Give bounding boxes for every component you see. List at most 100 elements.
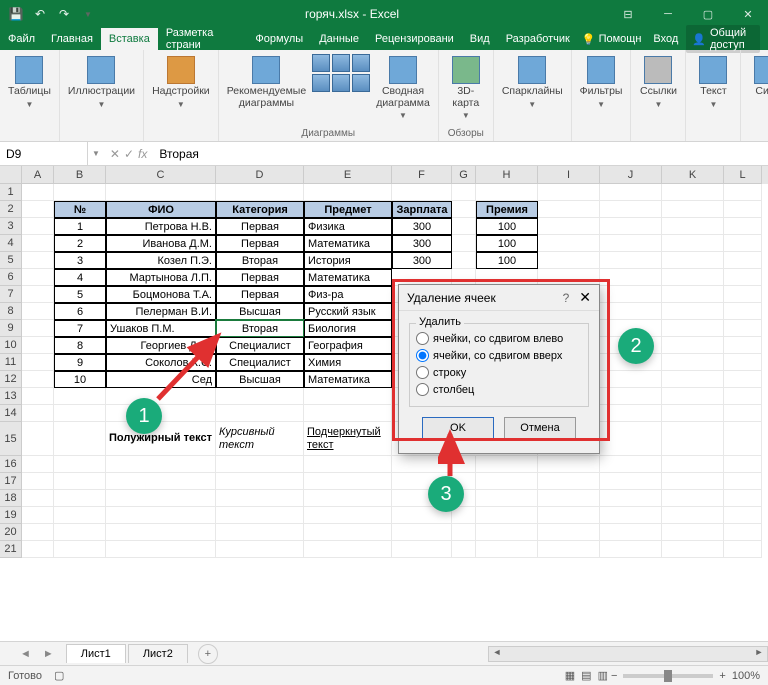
cell[interactable] bbox=[662, 218, 724, 235]
cell[interactable] bbox=[538, 235, 600, 252]
cell[interactable]: Физ-ра bbox=[304, 286, 392, 303]
sign-in[interactable]: Вход bbox=[649, 33, 682, 45]
cell[interactable]: 2 bbox=[54, 235, 106, 252]
cell[interactable] bbox=[106, 473, 216, 490]
cell[interactable] bbox=[22, 252, 54, 269]
cell[interactable] bbox=[662, 541, 724, 558]
cell[interactable] bbox=[106, 456, 216, 473]
cell[interactable] bbox=[216, 541, 304, 558]
cell[interactable] bbox=[54, 490, 106, 507]
cell[interactable] bbox=[724, 184, 762, 201]
cell[interactable]: Петрова Н.В. bbox=[106, 218, 216, 235]
cell[interactable] bbox=[724, 490, 762, 507]
cell[interactable] bbox=[22, 490, 54, 507]
tab-layout[interactable]: Разметка страни bbox=[158, 28, 248, 50]
cell[interactable] bbox=[662, 303, 724, 320]
namebox-dropdown-icon[interactable]: ▼ bbox=[88, 149, 104, 158]
col-header[interactable]: A bbox=[22, 166, 54, 184]
cell[interactable] bbox=[452, 541, 476, 558]
cell[interactable] bbox=[662, 456, 724, 473]
cell[interactable]: Курсивный текст bbox=[216, 422, 304, 456]
cell[interactable] bbox=[304, 524, 392, 541]
add-sheet-button[interactable]: + bbox=[198, 644, 218, 664]
cell[interactable] bbox=[600, 269, 662, 286]
cell[interactable] bbox=[538, 456, 600, 473]
cell[interactable] bbox=[452, 218, 476, 235]
cell[interactable] bbox=[106, 184, 216, 201]
row-header[interactable]: 21 bbox=[0, 541, 22, 558]
filters-button[interactable]: Фильтры▼ bbox=[578, 54, 625, 111]
cell[interactable]: Подчеркнутый текст bbox=[304, 422, 392, 456]
tab-formulas[interactable]: Формулы bbox=[247, 28, 311, 50]
cell[interactable] bbox=[600, 422, 662, 456]
cell[interactable] bbox=[600, 201, 662, 218]
cell[interactable] bbox=[304, 388, 392, 405]
cell[interactable] bbox=[216, 388, 304, 405]
cell[interactable] bbox=[724, 218, 762, 235]
cell[interactable]: 4 bbox=[54, 269, 106, 286]
cell[interactable] bbox=[724, 507, 762, 524]
tell-me[interactable]: 💡Помощн bbox=[578, 33, 646, 46]
dialog-close-icon[interactable]: ✕ bbox=[579, 289, 591, 306]
cell[interactable] bbox=[304, 507, 392, 524]
cell[interactable] bbox=[476, 473, 538, 490]
cell[interactable] bbox=[538, 507, 600, 524]
cell[interactable] bbox=[600, 303, 662, 320]
cell[interactable] bbox=[22, 184, 54, 201]
row-header[interactable]: 5 bbox=[0, 252, 22, 269]
cell[interactable]: Первая bbox=[216, 286, 304, 303]
cell[interactable] bbox=[662, 405, 724, 422]
select-all-corner[interactable] bbox=[0, 166, 22, 184]
illustrations-button[interactable]: Иллюстрации▼ bbox=[66, 54, 137, 111]
cell[interactable]: 1 bbox=[54, 218, 106, 235]
cell[interactable] bbox=[724, 371, 762, 388]
cell[interactable]: 300 bbox=[392, 235, 452, 252]
cell[interactable] bbox=[216, 456, 304, 473]
cell[interactable] bbox=[662, 524, 724, 541]
zoom-slider[interactable] bbox=[623, 674, 713, 678]
cell[interactable] bbox=[22, 354, 54, 371]
cell[interactable] bbox=[304, 456, 392, 473]
cell[interactable] bbox=[724, 473, 762, 490]
cell[interactable]: Зарплата bbox=[392, 201, 452, 218]
cell[interactable] bbox=[452, 184, 476, 201]
cell[interactable] bbox=[662, 490, 724, 507]
cell[interactable]: Ушаков П.М. bbox=[106, 320, 216, 337]
tab-home[interactable]: Главная bbox=[43, 28, 101, 50]
cell[interactable]: Биология bbox=[304, 320, 392, 337]
cell[interactable]: Первая bbox=[216, 218, 304, 235]
cell[interactable]: Физика bbox=[304, 218, 392, 235]
cell[interactable]: Высшая bbox=[216, 303, 304, 320]
cell[interactable] bbox=[452, 456, 476, 473]
cell[interactable]: Вторая bbox=[216, 252, 304, 269]
view-layout-icon[interactable]: ▤ bbox=[581, 669, 591, 682]
text-button[interactable]: Текст▼ bbox=[692, 54, 734, 111]
cell[interactable] bbox=[662, 507, 724, 524]
row-header[interactable]: 18 bbox=[0, 490, 22, 507]
cell[interactable] bbox=[22, 218, 54, 235]
cell[interactable]: Соколов К.С. bbox=[106, 354, 216, 371]
row-header[interactable]: 9 bbox=[0, 320, 22, 337]
row-header[interactable]: 15 bbox=[0, 422, 22, 456]
3d-map-button[interactable]: 3D- карта▼ bbox=[445, 54, 487, 122]
cell[interactable] bbox=[452, 524, 476, 541]
cell[interactable] bbox=[22, 337, 54, 354]
cell[interactable]: 7 bbox=[54, 320, 106, 337]
row-header[interactable]: 10 bbox=[0, 337, 22, 354]
cell[interactable] bbox=[22, 269, 54, 286]
cell[interactable]: 100 bbox=[476, 252, 538, 269]
row-header[interactable]: 4 bbox=[0, 235, 22, 252]
ribbon-options-icon[interactable]: ⊟ bbox=[608, 0, 648, 28]
cell[interactable] bbox=[106, 388, 216, 405]
cell[interactable] bbox=[724, 201, 762, 218]
col-header[interactable]: I bbox=[538, 166, 600, 184]
opt-column[interactable]: столбец bbox=[416, 381, 582, 398]
cell[interactable] bbox=[476, 541, 538, 558]
bar-chart-icon[interactable] bbox=[312, 54, 330, 72]
cell[interactable]: География bbox=[304, 337, 392, 354]
sheet-nav-next-icon[interactable]: ► bbox=[43, 648, 54, 660]
row-header[interactable]: 3 bbox=[0, 218, 22, 235]
cell[interactable]: История bbox=[304, 252, 392, 269]
cell[interactable]: 10 bbox=[54, 371, 106, 388]
cell[interactable]: 100 bbox=[476, 235, 538, 252]
